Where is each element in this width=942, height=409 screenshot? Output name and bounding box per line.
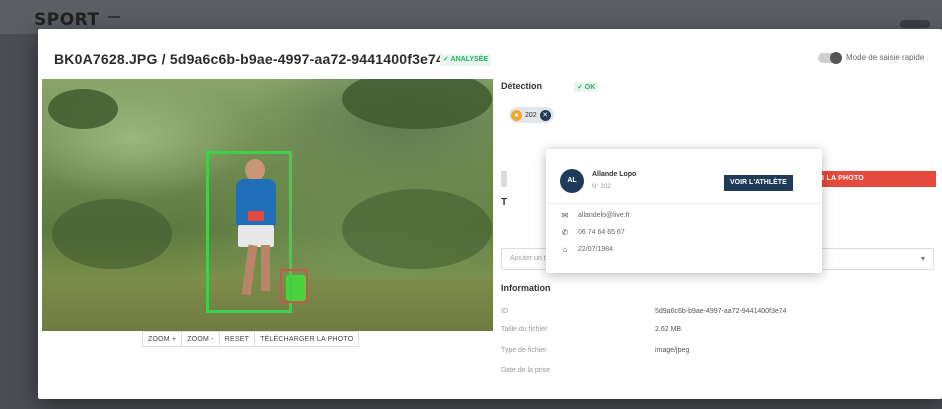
tree xyxy=(342,189,492,269)
info-row: Type de fichier xyxy=(501,347,547,354)
info-key: Type de fichier xyxy=(501,347,547,354)
tree xyxy=(52,199,172,269)
chip-label: 202 xyxy=(525,111,537,119)
tree xyxy=(48,89,118,129)
status-badge: ✓ ANALYSÉE xyxy=(440,54,492,66)
zoom-out-button[interactable]: ZOOM - xyxy=(182,332,220,346)
detection-box-object[interactable] xyxy=(280,269,308,303)
information-title: Information xyxy=(501,283,551,293)
tags-title-partial: T xyxy=(501,197,508,208)
athlete-popover: AL Allande Lopo N° 202 VOIR L'ATHLÈTE ✉ … xyxy=(546,149,822,273)
info-key: Date de la prise xyxy=(501,367,551,374)
detection-title: Détection xyxy=(501,81,543,91)
athlete-email: allandelo@live.fr xyxy=(578,212,630,219)
toggle-knob xyxy=(830,52,842,64)
athlete-bib: N° 202 xyxy=(592,184,611,190)
athlete-phone: 06 74 64 65 67 xyxy=(578,229,625,236)
info-value: image/jpeg xyxy=(655,347,689,354)
athlete-name: Allande Lopo xyxy=(592,171,637,178)
info-row: Taille du fichier xyxy=(501,326,547,333)
info-id-value: 5d9a6c6b-b9ae-4997-aa72-9441400f3e74 xyxy=(655,308,787,315)
tree xyxy=(342,79,492,129)
divider xyxy=(546,203,822,204)
download-photo-button[interactable]: TÉLÉCHARGER LA PHOTO xyxy=(255,332,358,346)
photo-title: BK0A7628.JPG / 5d9a6c6b-b9ae-4997-aa72-9… xyxy=(54,51,445,67)
mail-icon: ✉ xyxy=(561,211,569,220)
menu-icon[interactable] xyxy=(108,16,120,18)
zoom-in-button[interactable]: ZOOM + xyxy=(143,332,183,346)
chevron-down-icon: ▾ xyxy=(920,254,925,263)
athlete-birthdate-row: ⌂ 22/07/1984 xyxy=(560,245,613,254)
phone-icon: ✆ xyxy=(561,228,569,237)
close-icon[interactable]: ✕ xyxy=(539,109,551,121)
quick-mode-toggle[interactable] xyxy=(818,52,842,64)
user-menu[interactable] xyxy=(900,20,930,28)
info-value: 5d9a6c6b-b9ae-4997-aa72-9441400f3e74 xyxy=(655,308,787,315)
chip-dot-icon: ● xyxy=(511,109,522,121)
reset-button[interactable]: RESET xyxy=(220,332,256,346)
cake-icon: ⌂ xyxy=(562,245,568,254)
quick-mode-label: Mode de saisie rapide xyxy=(846,53,925,62)
info-key: Taille du fichier xyxy=(501,326,548,333)
photo-toolbar: ZOOM + ZOOM - RESET TÉLÉCHARGER LA PHOTO xyxy=(142,331,360,347)
info-row: Date de la prise xyxy=(501,367,550,374)
avatar: AL xyxy=(560,169,584,193)
bib-chip[interactable]: ● 202 ✕ xyxy=(509,107,554,123)
info-row: ID xyxy=(501,308,508,315)
athlete-birthdate: 22/07/1984 xyxy=(578,246,614,253)
photo-modal: BK0A7628.JPG / 5d9a6c6b-b9ae-4997-aa72-9… xyxy=(38,29,942,399)
detection-ok-badge: ✓ OK xyxy=(574,82,599,92)
app-brand: SPORT xyxy=(34,10,100,30)
info-type-value: image/jpeg xyxy=(655,347,690,354)
view-athlete-button[interactable]: VOIR L'ATHLÈTE xyxy=(724,175,793,191)
info-size-value: 2.62 MB xyxy=(655,326,682,333)
athlete-email-row: ✉ allandelo@live.fr xyxy=(560,211,630,220)
info-key: ID xyxy=(501,308,508,315)
info-value: 2.62 MB xyxy=(655,326,681,333)
race-photo[interactable] xyxy=(42,79,493,331)
partially-hidden-field xyxy=(501,171,507,187)
athlete-phone-row: ✆ 06 74 64 65 67 xyxy=(560,228,625,237)
